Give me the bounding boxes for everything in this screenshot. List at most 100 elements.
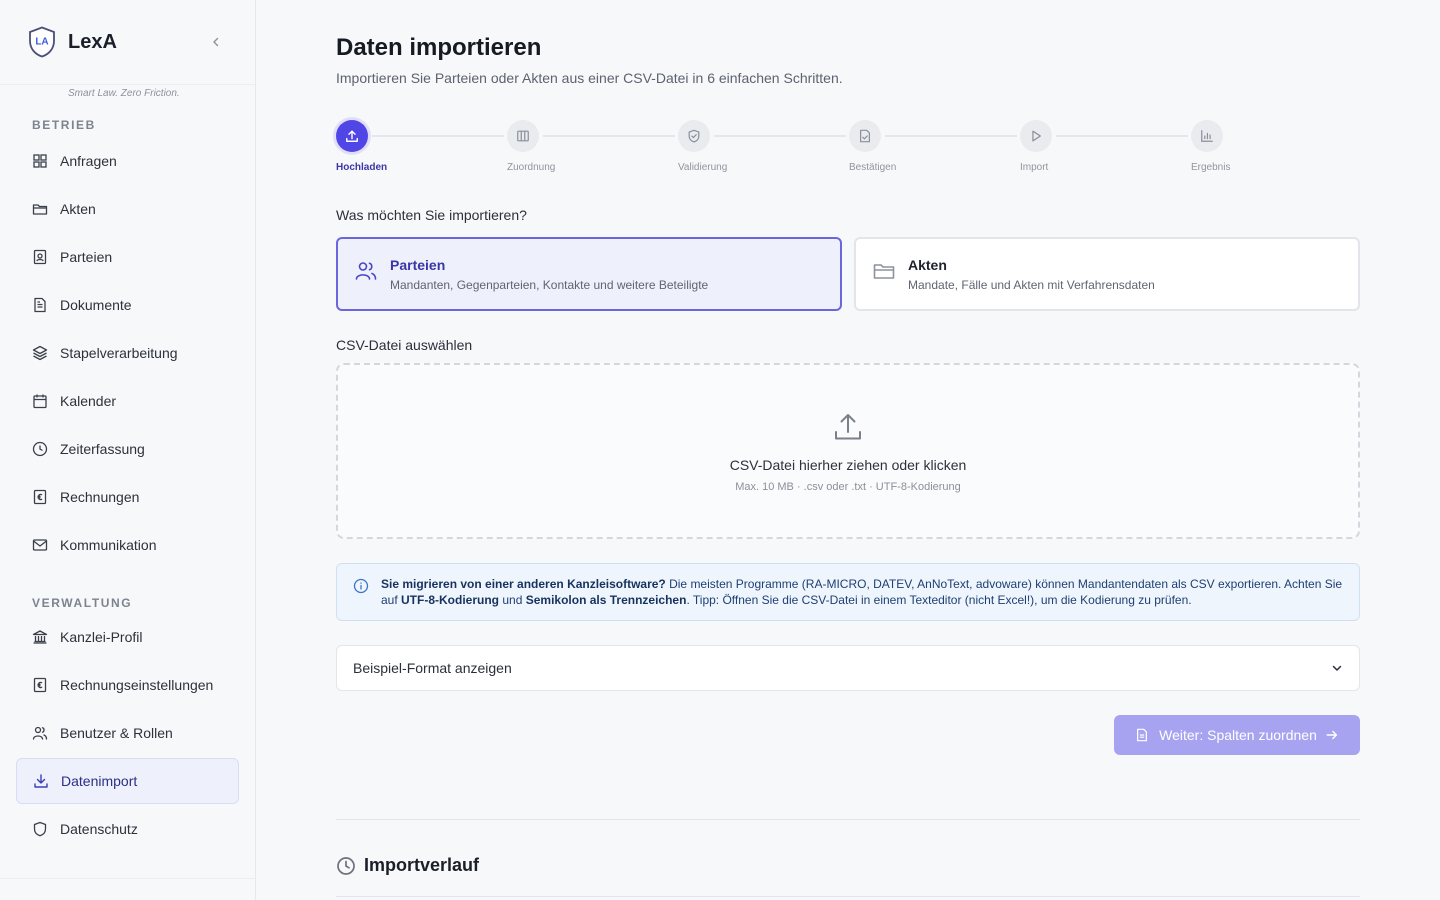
option-title: Akten xyxy=(908,257,947,273)
step-hochladen: Hochladen xyxy=(336,120,387,173)
next-button-label: Weiter: Spalten zuordnen xyxy=(1159,727,1317,743)
sidebar-item-kommunikation[interactable]: Kommunikation xyxy=(16,522,239,568)
sidebar-item-datenimport[interactable]: Datenimport xyxy=(16,758,239,804)
users-icon xyxy=(32,725,48,741)
file-check-icon xyxy=(849,120,881,152)
step-connector xyxy=(885,135,1017,137)
sidebar-item-stapelverarbeitung[interactable]: Stapelverarbeitung xyxy=(16,330,239,376)
invoice-icon xyxy=(32,677,48,693)
nav-section-verwaltung: VERWALTUNG xyxy=(32,596,133,610)
step-label: Bestätigen xyxy=(849,162,897,173)
sidebar-item-rechnungseinstellungen[interactable]: Rechnungseinstellungen xyxy=(16,662,239,708)
nav-betrieb: Anfragen Akten Parteien Dokumente Stapel… xyxy=(0,138,255,568)
sidebar-item-anfragen[interactable]: Anfragen xyxy=(16,138,239,184)
nav-verwaltung: Kanzlei-Profil Rechnungseinstellungen Be… xyxy=(0,614,255,852)
sidebar-item-kanzlei-profil[interactable]: Kanzlei-Profil xyxy=(16,614,239,660)
sidebar-item-label: Datenschutz xyxy=(60,821,138,837)
sidebar-item-zeiterfassung[interactable]: Zeiterfassung xyxy=(16,426,239,472)
page-title: Daten importieren xyxy=(336,34,542,61)
nav-section-betrieb: BETRIEB xyxy=(32,118,96,132)
contact-card-icon xyxy=(32,249,48,265)
collapse-sidebar-button[interactable] xyxy=(205,31,227,53)
option-text: Parteien Mandanten, Gegenparteien, Konta… xyxy=(390,257,708,292)
sidebar-item-label: Rechnungen xyxy=(60,489,140,505)
csv-file-label: CSV-Datei auswählen xyxy=(336,337,473,353)
sidebar-item-label: Akten xyxy=(60,201,96,217)
example-format-toggle[interactable]: Beispiel-Format anzeigen xyxy=(336,645,1360,691)
step-connector xyxy=(1056,135,1188,137)
step-bestaetigen: Bestätigen xyxy=(849,120,896,173)
step-label: Validierung xyxy=(678,162,728,173)
info-text: . Tipp: Öffnen Sie die CSV-Datei in eine… xyxy=(686,593,1192,607)
sidebar-item-label: Parteien xyxy=(60,249,113,265)
step-connector xyxy=(543,135,675,137)
info-bold-encoding: UTF-8-Kodierung xyxy=(401,593,500,607)
import-history-title: Importverlauf xyxy=(364,855,480,875)
next-map-columns-button[interactable]: Weiter: Spalten zuordnen xyxy=(1114,715,1360,755)
step-label: Hochladen xyxy=(336,162,388,173)
sidebar-item-label: Rechnungseinstellungen xyxy=(60,677,214,693)
history-clock-icon xyxy=(336,856,356,876)
page-subtitle: Importieren Sie Parteien oder Akten aus … xyxy=(336,70,843,86)
sidebar-item-rechnungen[interactable]: Rechnungen xyxy=(16,474,239,520)
upload-icon xyxy=(832,411,864,443)
info-bold-separator: Semikolon als Trennzeichen xyxy=(525,593,687,607)
sidebar-item-benutzer-rollen[interactable]: Benutzer & Rollen xyxy=(16,710,239,756)
step-label: Ergebnis xyxy=(1191,162,1231,173)
sidebar-item-parteien[interactable]: Parteien xyxy=(16,234,239,280)
file-icon xyxy=(1135,728,1149,742)
sidebar-item-akten[interactable]: Akten xyxy=(16,186,239,232)
logo-shield-icon: LA xyxy=(28,26,56,58)
section-divider xyxy=(336,819,1360,820)
sidebar-footer-divider xyxy=(0,878,255,879)
folder-icon xyxy=(32,201,48,217)
import-stepper: Hochladen Zuordnung Validierung Bestätig… xyxy=(336,120,1246,180)
sidebar-item-dokumente[interactable]: Dokumente xyxy=(16,282,239,328)
mail-icon xyxy=(32,537,48,553)
import-type-question: Was möchten Sie importieren? xyxy=(336,207,527,223)
shield-check-icon xyxy=(678,120,710,152)
sidebar-item-label: Kanzlei-Profil xyxy=(60,629,143,645)
sidebar: LA LexA Smart Law. Zero Friction. BETRIE… xyxy=(0,0,256,900)
info-lead: Sie migrieren von einer anderen Kanzleis… xyxy=(381,577,666,591)
info-icon xyxy=(353,578,369,594)
migration-info-box: Sie migrieren von einer anderen Kanzleis… xyxy=(336,563,1360,621)
bank-icon xyxy=(32,629,48,645)
sidebar-item-datenschutz[interactable]: Datenschutz xyxy=(16,806,239,852)
folder-open-icon xyxy=(872,259,896,283)
option-title: Parteien xyxy=(390,257,446,273)
invoice-icon xyxy=(32,489,48,505)
logo-initials: LA xyxy=(35,37,48,48)
step-validierung: Validierung xyxy=(678,120,727,173)
sidebar-item-label: Benutzer & Rollen xyxy=(60,725,173,741)
sidebar-item-label: Zeiterfassung xyxy=(60,441,145,457)
download-icon xyxy=(33,773,49,789)
grid-icon xyxy=(32,153,48,169)
step-ergebnis: Ergebnis xyxy=(1191,120,1230,173)
step-zuordnung: Zuordnung xyxy=(507,120,555,173)
import-history-header: Importverlauf xyxy=(336,855,479,876)
shield-icon xyxy=(32,821,48,837)
document-icon xyxy=(32,297,48,313)
chevron-left-icon xyxy=(213,37,219,47)
sidebar-item-label: Dokumente xyxy=(60,297,132,313)
import-type-parteien-card[interactable]: Parteien Mandanten, Gegenparteien, Konta… xyxy=(336,237,842,311)
step-import: Import xyxy=(1020,120,1052,173)
sidebar-item-label: Anfragen xyxy=(60,153,117,169)
layers-icon xyxy=(32,345,48,361)
sidebar-item-label: Kommunikation xyxy=(60,537,157,553)
users-icon xyxy=(354,259,378,283)
brand-tagline: Smart Law. Zero Friction. xyxy=(68,88,180,99)
step-connector xyxy=(714,135,846,137)
dropzone-title: CSV-Datei hierher ziehen oder klicken xyxy=(729,457,967,473)
example-format-label: Beispiel-Format anzeigen xyxy=(353,660,512,676)
calendar-icon xyxy=(32,393,48,409)
sidebar-item-kalender[interactable]: Kalender xyxy=(16,378,239,424)
play-icon xyxy=(1020,120,1052,152)
dropzone-hint: Max. 10 MB · .csv oder .txt · UTF-8-Kodi… xyxy=(735,481,961,493)
sidebar-item-label: Datenimport xyxy=(61,773,138,789)
brand: LA LexA xyxy=(0,0,255,85)
import-history-card xyxy=(336,896,1360,900)
import-type-akten-card[interactable]: Akten Mandate, Fälle und Akten mit Verfa… xyxy=(854,237,1360,311)
csv-dropzone[interactable]: CSV-Datei hierher ziehen oder klicken Ma… xyxy=(336,363,1360,539)
